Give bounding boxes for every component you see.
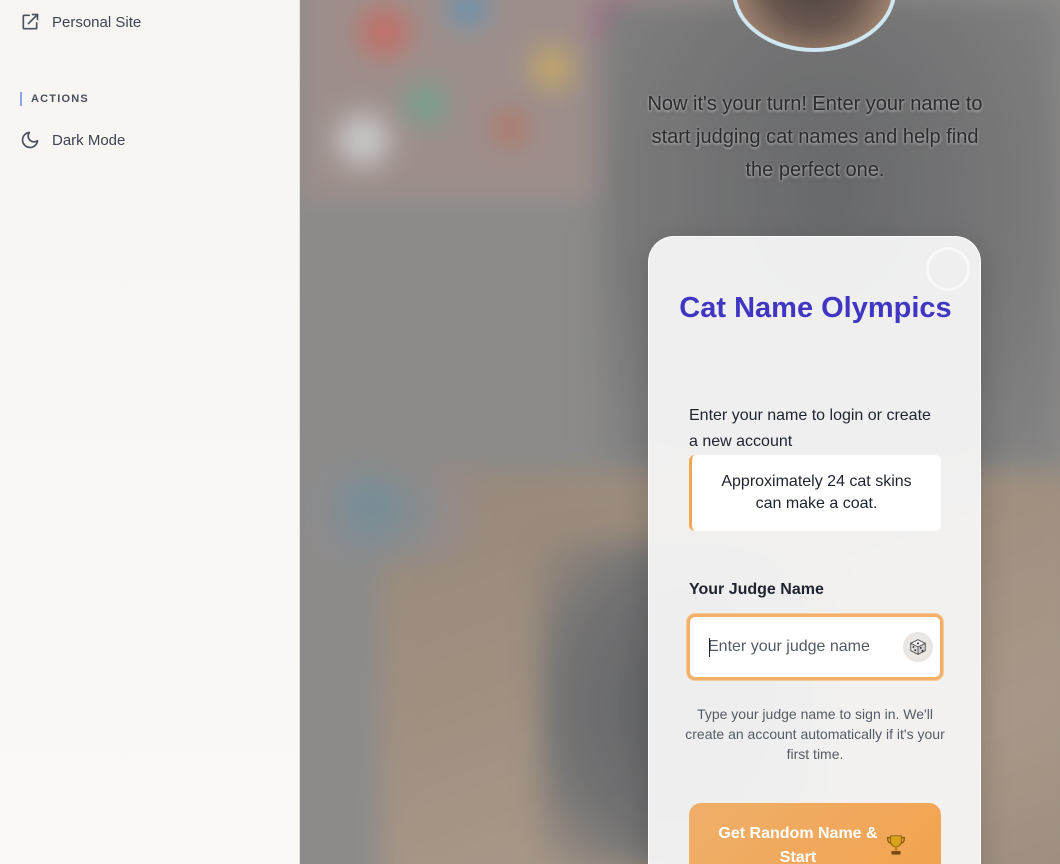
random-name-button[interactable]: [903, 632, 933, 662]
get-random-name-start-button[interactable]: Get Random Name & Start: [689, 803, 941, 864]
cat-fact-box: Approximately 24 cat skins can make a co…: [689, 455, 941, 531]
sidebar-item-dark-mode[interactable]: Dark Mode: [20, 128, 125, 152]
sidebar-item-label: Dark Mode: [52, 131, 126, 149]
section-heading-actions: ACTIONS: [20, 92, 89, 106]
external-link-icon: [20, 12, 40, 32]
login-instructions: Enter your name to login or create a new…: [689, 407, 931, 450]
sidebar: Personal Site ACTIONS Dark Mode: [0, 0, 300, 864]
sidebar-item-label: Personal Site: [52, 13, 142, 31]
judge-name-label: Your Judge Name: [689, 581, 824, 598]
cat-fact-text: Approximately 24 cat skins can make a co…: [721, 473, 912, 512]
text-caret: [709, 638, 710, 657]
dice-icon: [909, 639, 927, 656]
sidebar-item-personal-site[interactable]: Personal Site: [20, 10, 141, 34]
main-content: Now it's your turn! Enter your name to s…: [300, 0, 1060, 864]
intro-text: Now it's your turn! Enter your name to s…: [647, 93, 983, 181]
login-card: Cat Name Olympics Enter your name to log…: [648, 236, 981, 864]
judge-name-input[interactable]: [708, 617, 898, 677]
login-hint: Type your judge name to sign in. We'll c…: [685, 706, 945, 762]
judge-name-field: [687, 614, 943, 680]
cta-label: Get Random Name & Start: [718, 825, 878, 864]
moon-icon: [20, 130, 40, 150]
trophy-icon: [887, 835, 905, 855]
page-title: Cat Name Olympics: [679, 292, 952, 324]
